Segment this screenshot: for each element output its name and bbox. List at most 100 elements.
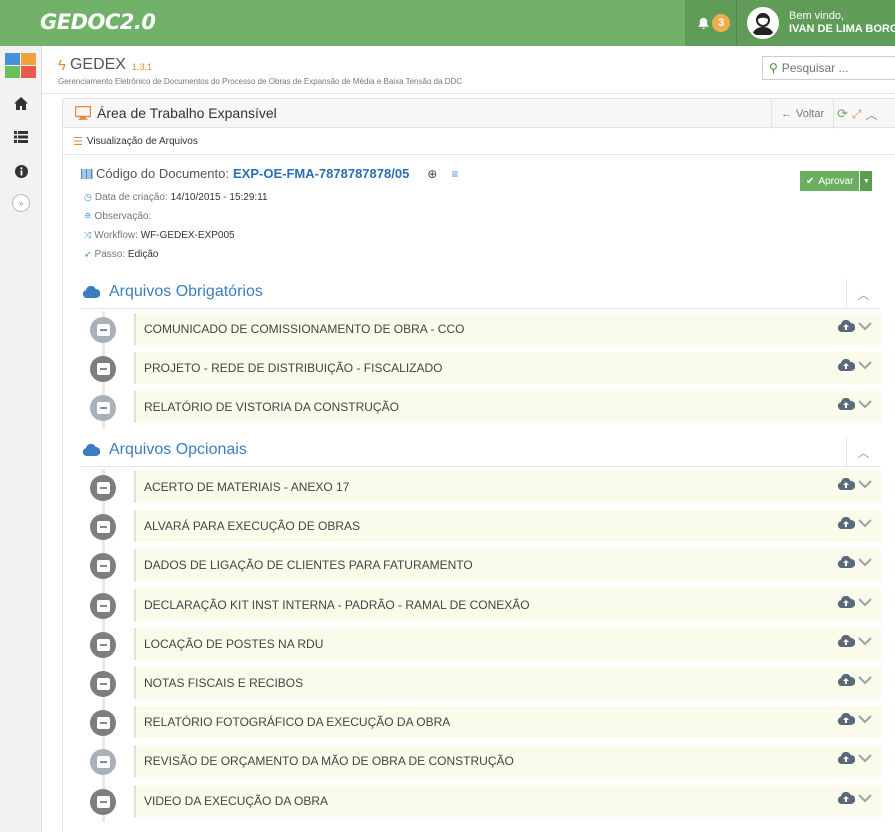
bell-icon: [698, 17, 709, 29]
sidebar-item-info[interactable]: [0, 154, 42, 188]
section-collapse-button[interactable]: ︿: [846, 279, 880, 309]
file-card[interactable]: RELATÓRIO FOTOGRÁFICO DA EXECUÇÃO DA OBR…: [134, 706, 882, 738]
user-name: IVAN DE LIMA BORGES: [789, 23, 895, 35]
file-row[interactable]: NOTAS FISCAIS E RECIBOS: [80, 665, 882, 704]
app-subtitle: Gerenciamento Eletrônico de Documentos d…: [58, 77, 463, 86]
file-status-icon: [90, 632, 116, 658]
file-card[interactable]: VIDEO DA EXECUÇÃO DA OBRA: [134, 785, 882, 817]
file-card[interactable]: ALVARÁ PARA EXECUÇÃO DE OBRAS: [134, 510, 882, 542]
welcome-text: Bem vindo,: [789, 10, 845, 22]
cloud-upload-icon[interactable]: [837, 359, 855, 372]
file-card[interactable]: LOCAÇÃO DE POSTES NA RDU: [134, 628, 882, 660]
file-row[interactable]: ACERTO DE MATERIAIS - ANEXO 17: [80, 469, 882, 508]
chevron-down-icon[interactable]: [858, 676, 872, 685]
file-row[interactable]: REVISÃO DE ORÇAMENTO DA MÃO DE OBRA DE C…: [80, 743, 882, 782]
file-row[interactable]: COMUNICADO DE COMISSIONAMENTO DE OBRA - …: [80, 311, 882, 350]
document-code-line: Código do Documento: EXP-OE-FMA-78787878…: [81, 166, 458, 181]
cloud-upload-icon[interactable]: [837, 478, 855, 491]
cloud-upload-icon[interactable]: [837, 752, 855, 765]
file-card[interactable]: PROJETO - REDE DE DISTRIBUIÇÃO - FISCALI…: [134, 352, 882, 384]
cloud-upload-icon[interactable]: [837, 792, 855, 805]
chevron-down-icon[interactable]: [858, 519, 872, 528]
chevron-down-icon[interactable]: [858, 637, 872, 646]
back-label: Voltar: [796, 108, 825, 120]
monitor-icon: [75, 106, 91, 120]
file-card[interactable]: DADOS DE LIGAÇÃO DE CLIENTES PARA FATURA…: [134, 549, 882, 581]
arrow-left-icon: ←: [781, 108, 792, 120]
notifications-button[interactable]: 3: [685, 0, 737, 46]
section-collapse-button[interactable]: ︿: [846, 437, 880, 467]
cloud-upload-icon[interactable]: [837, 517, 855, 530]
file-card[interactable]: NOTAS FISCAIS E RECIBOS: [134, 667, 882, 699]
sidebar-item-home[interactable]: [0, 86, 42, 120]
menu-icon[interactable]: ≡: [451, 167, 458, 181]
file-row[interactable]: RELATÓRIO FOTOGRÁFICO DA EXECUÇÃO DA OBR…: [80, 704, 882, 743]
file-actions: [837, 359, 872, 372]
chevron-down-icon[interactable]: [858, 598, 872, 607]
approve-button[interactable]: ✔ Aprovar: [800, 171, 860, 191]
top-navbar: GEDOC2.0 3 Bem vindo, IVAN DE LIMA BORGE…: [0, 0, 895, 46]
cloud-upload-icon[interactable]: [837, 320, 855, 333]
chevron-down-icon[interactable]: [858, 361, 872, 370]
file-card[interactable]: DECLARAÇÃO KIT INST INTERNA - PADRÃO - R…: [134, 589, 882, 621]
file-actions: [837, 320, 872, 333]
file-actions: [837, 752, 872, 765]
file-card[interactable]: REVISÃO DE ORÇAMENTO DA MÃO DE OBRA DE C…: [134, 745, 882, 777]
file-row[interactable]: DECLARAÇÃO KIT INST INTERNA - PADRÃO - R…: [80, 587, 882, 626]
workflow-row: ⤨ Workflow: WF-GEDEX-EXP005: [84, 226, 458, 245]
chevron-down-icon[interactable]: [858, 715, 872, 724]
file-name: LOCAÇÃO DE POSTES NA RDU: [144, 637, 324, 651]
document-code-label: Código do Documento:: [96, 166, 229, 181]
chevron-up-icon[interactable]: ︿: [866, 106, 878, 123]
sidebar-expand-button[interactable]: »: [12, 194, 30, 212]
back-button[interactable]: ← Voltar: [771, 99, 835, 129]
cloud-upload-icon[interactable]: [837, 713, 855, 726]
created-value: 14/10/2015 - 15:29:11: [170, 192, 268, 203]
chevron-down-icon[interactable]: [858, 400, 872, 409]
file-row[interactable]: LOCAÇÃO DE POSTES NA RDU: [80, 626, 882, 665]
cloud-icon: [82, 286, 100, 298]
notification-badge: 3: [712, 14, 730, 32]
chevron-down-icon[interactable]: [858, 480, 872, 489]
chevron-down-icon[interactable]: [858, 794, 872, 803]
expand-icon[interactable]: ⤢: [852, 107, 862, 122]
file-card[interactable]: COMUNICADO DE COMISSIONAMENTO DE OBRA - …: [134, 313, 882, 345]
cloud-upload-icon[interactable]: [837, 596, 855, 609]
file-name: ACERTO DE MATERIAIS - ANEXO 17: [144, 480, 350, 494]
file-status-icon: [90, 593, 116, 619]
file-name: RELATÓRIO FOTOGRÁFICO DA EXECUÇÃO DA OBR…: [144, 715, 451, 729]
document-code[interactable]: EXP-OE-FMA-7878787878/05: [233, 166, 409, 181]
file-status-icon: [90, 395, 116, 421]
file-name: PROJETO - REDE DE DISTRIBUIÇÃO - FISCALI…: [144, 361, 443, 375]
app-name: GEDEX: [69, 56, 126, 73]
binoculars-icon[interactable]: ⊕: [427, 167, 437, 181]
refresh-icon[interactable]: ⟳: [837, 106, 848, 122]
section-title: Arquivos Obrigatórios: [82, 283, 263, 301]
search-input[interactable]: [781, 61, 892, 75]
cloud-upload-icon[interactable]: [837, 398, 855, 411]
app-logo[interactable]: GEDOC2.0: [40, 10, 156, 34]
shuffle-icon: ⤨: [84, 230, 92, 240]
approve-dropdown-toggle[interactable]: ▼: [860, 171, 873, 191]
document-meta: ◷ Data de criação: 14/10/2015 - 15:29:11 …: [84, 188, 458, 264]
file-status-icon: [90, 475, 116, 501]
cloud-upload-icon[interactable]: [837, 674, 855, 687]
file-card[interactable]: ACERTO DE MATERIAIS - ANEXO 17: [134, 471, 882, 503]
cloud-upload-icon[interactable]: [837, 556, 855, 569]
chevron-down-icon[interactable]: [858, 754, 872, 763]
info-icon: [14, 164, 28, 178]
file-row[interactable]: ALVARÁ PARA EXECUÇÃO DE OBRAS: [80, 508, 882, 547]
file-row[interactable]: DADOS DE LIGAÇÃO DE CLIENTES PARA FATURA…: [80, 547, 882, 586]
file-name: COMUNICADO DE COMISSIONAMENTO DE OBRA - …: [144, 322, 465, 336]
cloud-upload-icon[interactable]: [837, 635, 855, 648]
file-row[interactable]: PROJETO - REDE DE DISTRIBUIÇÃO - FISCALI…: [80, 350, 882, 389]
panel-title-text: Área de Trabalho Expansível: [97, 105, 277, 121]
chevron-down-icon[interactable]: [858, 322, 872, 331]
file-row[interactable]: RELATÓRIO DE VISTORIA DA CONSTRUÇÃO: [80, 389, 882, 428]
user-menu[interactable]: Bem vindo, IVAN DE LIMA BORGES: [737, 0, 895, 46]
chevron-down-icon[interactable]: [858, 558, 872, 567]
file-row[interactable]: VIDEO DA EXECUÇÃO DA OBRA: [80, 783, 882, 822]
observation-label: Observação:: [94, 211, 152, 222]
file-card[interactable]: RELATÓRIO DE VISTORIA DA CONSTRUÇÃO: [134, 391, 882, 423]
sidebar-item-list[interactable]: [0, 120, 42, 154]
